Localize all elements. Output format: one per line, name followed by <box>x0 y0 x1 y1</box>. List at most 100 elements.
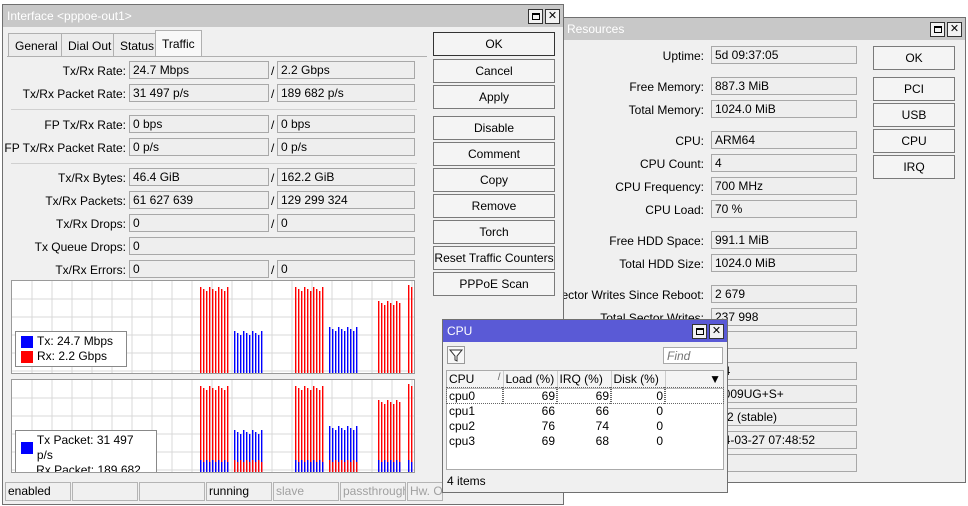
resource-value[interactable]: 700 MHz <box>711 177 857 195</box>
tx-rx-packet-rate-label: Tx/Rx Packet Rate: <box>22 87 126 101</box>
graph-bar <box>411 462 413 472</box>
find-input[interactable] <box>663 347 723 364</box>
resource-value[interactable]: % <box>713 331 857 349</box>
remove-button[interactable]: Remove <box>433 194 555 218</box>
torch-button[interactable]: Torch <box>433 220 555 244</box>
resource-value[interactable]: .1 <box>713 454 857 472</box>
col-load[interactable]: Load (%) <box>503 371 558 389</box>
fp-rx-packet-rate-field[interactable]: 0 p/s <box>277 138 415 156</box>
resource-value[interactable]: 1024.0 MiB <box>711 254 857 272</box>
graph-bar <box>221 388 223 472</box>
resource-value[interactable]: 5d 09:37:05 <box>711 46 857 64</box>
resource-value[interactable]: ARM64 <box>711 131 857 149</box>
col-disk[interactable]: Disk (%) <box>611 371 666 389</box>
fp-tx-rate-field[interactable]: 0 bps <box>129 115 269 133</box>
tab-general[interactable]: General <box>8 33 65 56</box>
graph-bar <box>353 460 355 472</box>
resource-value[interactable]: 4 <box>711 154 857 172</box>
irq-button[interactable]: IRQ <box>873 155 955 179</box>
resource-value[interactable]: 4.2 (stable) <box>713 408 857 426</box>
graph-bar <box>224 291 226 373</box>
cpu-titlebar[interactable]: CPU ✕ <box>443 320 727 342</box>
rx-errors-field[interactable]: 0 <box>277 260 415 278</box>
resource-value[interactable]: 237 998 <box>711 308 857 326</box>
slash: / <box>271 263 275 277</box>
disable-button[interactable]: Disable <box>433 116 555 140</box>
cell-irq: 74 <box>595 418 609 433</box>
tx-packets-field[interactable]: 61 627 639 <box>129 191 269 209</box>
ok-button[interactable]: OK <box>433 32 555 56</box>
cell-disk: 0 <box>656 433 663 448</box>
cancel-button[interactable]: Cancel <box>433 59 555 83</box>
graph-bar <box>338 462 340 472</box>
resource-value[interactable]: 64 <box>713 362 857 380</box>
resource-value[interactable]: 2 679 <box>711 285 857 303</box>
maximize-icon[interactable] <box>930 21 945 37</box>
rx-packets-field[interactable]: 129 299 324 <box>277 191 415 209</box>
reset-traffic-counters-button[interactable]: Reset Traffic Counters <box>433 246 555 270</box>
resources-ok-button[interactable]: OK <box>873 46 955 70</box>
resource-value[interactable]: 887.3 MiB <box>711 77 857 95</box>
cpu-button[interactable]: CPU <box>873 129 955 153</box>
tab-dial-out[interactable]: Dial Out <box>61 33 119 56</box>
graph-bar <box>224 460 226 472</box>
tx-legend-label: Tx: 24.7 Mbps <box>37 334 114 348</box>
rx-bytes-field[interactable]: 162.2 GiB <box>277 168 415 186</box>
resource-label: CPU Frequency: <box>615 180 704 194</box>
fp-rx-rate-field[interactable]: 0 bps <box>277 115 415 133</box>
graph-bar <box>304 287 306 373</box>
resource-value[interactable]: 70 % <box>711 200 857 218</box>
tab-traffic[interactable]: Traffic <box>155 30 202 57</box>
comment-button[interactable]: Comment <box>433 142 555 166</box>
maximize-icon[interactable] <box>528 8 543 24</box>
usb-button[interactable]: USB <box>873 103 955 127</box>
resources-titlebar[interactable]: Resources ✕ <box>563 18 965 40</box>
interface-titlebar[interactable]: Interface <pppoe-out1> ✕ <box>3 5 563 27</box>
chevron-down-icon[interactable]: ▼ <box>709 372 721 386</box>
tx-rate-field[interactable]: 24.7 Mbps <box>129 61 269 79</box>
filter-button[interactable] <box>447 346 465 364</box>
apply-button[interactable]: Apply <box>433 85 555 109</box>
graph-bar <box>393 305 395 373</box>
cell-load: 69 <box>502 387 558 404</box>
tx-bytes-field[interactable]: 46.4 GiB <box>129 168 269 186</box>
maximize-icon[interactable] <box>692 323 707 339</box>
slash: / <box>271 141 275 155</box>
packet-graph: Tx Packet: 31 497 p/s Rx Packet: 189 682… <box>11 379 415 473</box>
graph-bar <box>341 460 343 472</box>
resource-value[interactable]: 1024.0 MiB <box>711 100 857 118</box>
cell-disk: 0 <box>656 418 663 433</box>
graph-bar <box>298 289 300 373</box>
rx-drops-field[interactable]: 0 <box>277 214 415 232</box>
graph-bar <box>396 301 398 373</box>
graph-bar <box>298 462 300 472</box>
close-icon[interactable]: ✕ <box>545 8 560 24</box>
close-icon[interactable]: ✕ <box>947 21 962 37</box>
col-cpu[interactable]: CPU / <box>447 371 504 389</box>
tx-queue-drops-field[interactable]: 0 <box>129 237 415 255</box>
tx-packet-rate-field[interactable]: 31 497 p/s <box>129 84 269 102</box>
graph-bar <box>322 287 324 373</box>
tx-errors-field[interactable]: 0 <box>129 260 269 278</box>
table-row[interactable]: cpu3 69 68 0 <box>447 433 723 448</box>
resource-value[interactable]: 24-03-27 07:48:52 <box>713 431 857 449</box>
rx-legend-label: Rx: 2.2 Gbps <box>37 349 108 363</box>
tab-status[interactable]: Status <box>113 33 162 56</box>
pppoe-scan-button[interactable]: PPPoE Scan <box>433 272 555 296</box>
table-row[interactable]: cpu0 69 69 0 <box>446 387 724 404</box>
table-row[interactable]: cpu1 66 66 0 <box>447 403 723 418</box>
table-row[interactable]: cpu2 76 74 0 <box>447 418 723 433</box>
fp-tx-packet-rate-field[interactable]: 0 p/s <box>129 138 269 156</box>
tx-packet-legend-label: Tx Packet: 31 497 p/s <box>36 433 134 462</box>
resource-value[interactable]: 5009UG+S+ <box>713 385 857 403</box>
resource-value[interactable]: 991.1 MiB <box>711 231 857 249</box>
rx-packet-rate-field[interactable]: 189 682 p/s <box>277 84 415 102</box>
column-dropdown[interactable]: ▼ <box>665 371 723 389</box>
pci-button[interactable]: PCI <box>873 77 955 101</box>
col-irq[interactable]: IRQ (%) <box>557 371 612 389</box>
close-icon[interactable]: ✕ <box>709 323 724 339</box>
rx-rate-field[interactable]: 2.2 Gbps <box>277 61 415 79</box>
graph-bar <box>200 287 202 373</box>
tx-drops-field[interactable]: 0 <box>129 214 269 232</box>
copy-button[interactable]: Copy <box>433 168 555 192</box>
